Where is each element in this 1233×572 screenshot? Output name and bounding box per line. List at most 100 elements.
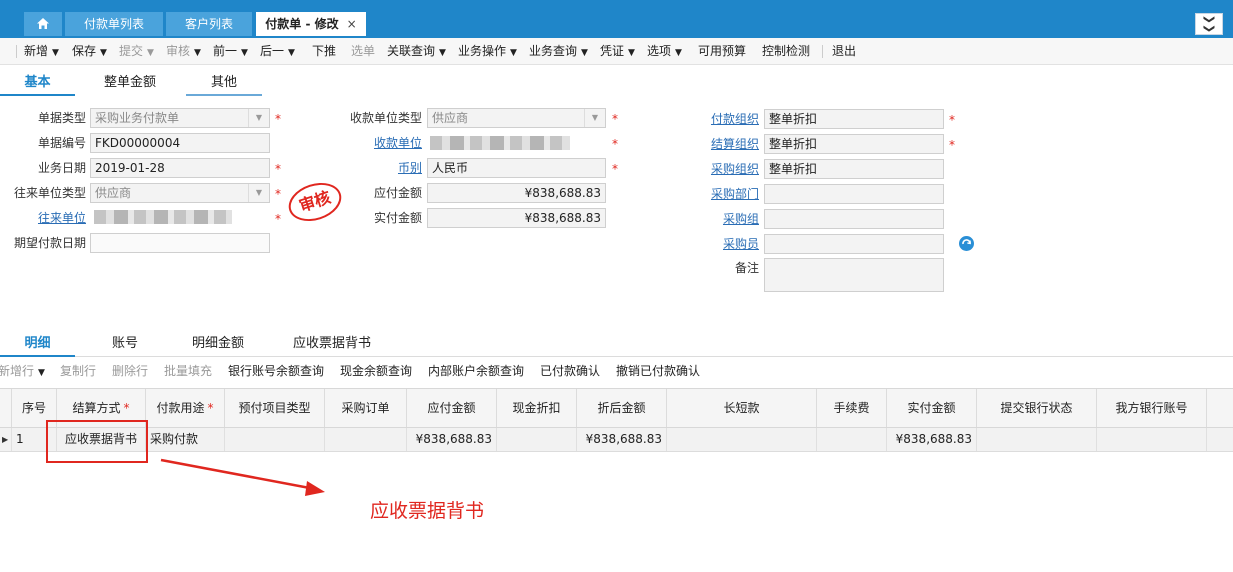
- options-button[interactable]: 选项 ▼: [647, 38, 682, 64]
- business-query-button[interactable]: 业务查询 ▼: [529, 38, 588, 64]
- tab-other[interactable]: 其他: [186, 72, 262, 94]
- contact-type-select[interactable]: 供应商 ▼: [90, 183, 270, 203]
- cell-our-account[interactable]: [1097, 428, 1207, 451]
- close-icon[interactable]: ×: [347, 17, 357, 31]
- audit-button[interactable]: 审核 ▼: [166, 38, 201, 64]
- grid-col-after-discount[interactable]: 折后金额: [577, 389, 667, 427]
- tab-payment-list[interactable]: 付款单列表: [65, 12, 163, 36]
- caret-down-icon[interactable]: ▼: [581, 48, 588, 58]
- caret-down-icon[interactable]: ▼: [38, 368, 45, 378]
- purchase-group-field[interactable]: [764, 209, 944, 229]
- cash-balance-button[interactable]: 现金余额查询: [340, 360, 412, 382]
- caret-down-icon[interactable]: ▼: [288, 48, 295, 58]
- cell-fee[interactable]: [817, 428, 887, 451]
- caret-down-icon[interactable]: ▼: [194, 48, 201, 58]
- tab-note-endorsement[interactable]: 应收票据背书: [280, 333, 384, 355]
- available-budget-button[interactable]: 可用预算: [698, 38, 746, 64]
- table-row[interactable]: ▶ 1 应收票据背书 采购付款 ¥838,688.83 ¥838,688.83 …: [0, 428, 1233, 452]
- tab-customer-list[interactable]: 客户列表: [166, 12, 252, 36]
- grid-col-payable[interactable]: 应付金额: [407, 389, 497, 427]
- caret-down-icon[interactable]: ▼: [100, 48, 107, 58]
- grid-col-cash-discount[interactable]: 现金折扣: [497, 389, 577, 427]
- payee-type-select[interactable]: 供应商 ▼: [427, 108, 606, 128]
- control-check-button[interactable]: 控制检测: [762, 38, 810, 64]
- purchase-group-link[interactable]: 采购组: [640, 209, 759, 229]
- tab-account[interactable]: 账号: [90, 333, 160, 355]
- caret-down-icon[interactable]: ▼: [439, 48, 446, 58]
- caret-down-icon[interactable]: ▼: [675, 48, 682, 58]
- pay-org-link[interactable]: 付款组织: [640, 109, 759, 129]
- bank-balance-button[interactable]: 银行账号余额查询: [228, 360, 324, 382]
- add-row-button[interactable]: 新增行 ▼: [0, 360, 45, 382]
- expected-date-field[interactable]: [90, 233, 270, 253]
- currency-field[interactable]: 人民币: [427, 158, 606, 178]
- chevron-down-icon[interactable]: ▼: [248, 109, 269, 127]
- delete-row-button[interactable]: 删除行: [112, 360, 148, 382]
- grid-col-bank-status[interactable]: 提交银行状态: [977, 389, 1097, 427]
- cancel-paid-confirm-button[interactable]: 撤销已付款确认: [616, 360, 700, 382]
- purchase-dept-field[interactable]: [764, 184, 944, 204]
- cell-purpose[interactable]: 采购付款: [146, 428, 225, 451]
- prev-button[interactable]: 前一 ▼: [213, 38, 248, 64]
- pull-button[interactable]: 选单: [351, 38, 375, 64]
- grid-col-prepay-type[interactable]: 预付项目类型: [225, 389, 325, 427]
- refresh-icon[interactable]: [959, 236, 974, 251]
- biz-date-field[interactable]: 2019-01-28: [90, 158, 270, 178]
- save-button[interactable]: 保存 ▼: [72, 38, 107, 64]
- caret-down-icon[interactable]: ▼: [147, 48, 154, 58]
- cell-cash-discount[interactable]: [497, 428, 577, 451]
- doc-type-select[interactable]: 采购业务付款单 ▼: [90, 108, 270, 128]
- related-query-button[interactable]: 关联查询 ▼: [387, 38, 446, 64]
- purchase-dept-link[interactable]: 采购部门: [640, 184, 759, 204]
- doc-no-field[interactable]: FKD00000004: [90, 133, 270, 153]
- grid-col-actual[interactable]: 实付金额: [887, 389, 977, 427]
- payee-link[interactable]: 收款单位: [300, 133, 422, 153]
- cell-bank-status[interactable]: [977, 428, 1097, 451]
- caret-down-icon[interactable]: ▼: [510, 48, 517, 58]
- caret-down-icon[interactable]: ▼: [241, 48, 248, 58]
- exit-button[interactable]: 退出: [832, 38, 856, 64]
- grid-col-po[interactable]: 采购订单: [325, 389, 407, 427]
- purchaser-field[interactable]: [764, 234, 944, 254]
- tab-detail-amount[interactable]: 明细金额: [180, 333, 256, 355]
- cell-po[interactable]: [325, 428, 407, 451]
- settle-org-link[interactable]: 结算组织: [640, 134, 759, 154]
- purchase-org-link[interactable]: 采购组织: [640, 159, 759, 179]
- cell-prepay-type[interactable]: [225, 428, 325, 451]
- next-button[interactable]: 后一 ▼: [260, 38, 295, 64]
- chevron-down-icon[interactable]: ▼: [584, 109, 605, 127]
- push-button[interactable]: 下推: [312, 38, 336, 64]
- remark-textarea[interactable]: [764, 258, 944, 292]
- tab-detail[interactable]: 明细: [0, 333, 75, 355]
- chevron-down-icon[interactable]: ▼: [248, 184, 269, 202]
- cell-after-discount[interactable]: ¥838,688.83: [577, 428, 667, 451]
- grid-col-purpose[interactable]: 付款用途 *: [146, 389, 225, 427]
- currency-link[interactable]: 币别: [300, 158, 422, 178]
- pay-org-field[interactable]: 整单折扣: [764, 109, 944, 129]
- grid-col-over-short[interactable]: 长短款: [667, 389, 817, 427]
- tab-basic[interactable]: 基本: [0, 72, 75, 94]
- submit-button[interactable]: 提交 ▼: [119, 38, 154, 64]
- caret-down-icon[interactable]: ▼: [628, 48, 635, 58]
- copy-row-button[interactable]: 复制行: [60, 360, 96, 382]
- tab-total-amount[interactable]: 整单金额: [90, 72, 170, 94]
- payable-field[interactable]: ¥838,688.83: [427, 183, 606, 203]
- internal-balance-button[interactable]: 内部账户余额查询: [428, 360, 524, 382]
- cell-over-short[interactable]: [667, 428, 817, 451]
- batch-fill-button[interactable]: 批量填充: [164, 360, 212, 382]
- grid-col-fee[interactable]: 手续费: [817, 389, 887, 427]
- voucher-button[interactable]: 凭证 ▼: [600, 38, 635, 64]
- settle-org-field[interactable]: 整单折扣: [764, 134, 944, 154]
- grid-col-our-account[interactable]: 我方银行账号: [1097, 389, 1207, 427]
- contact-link[interactable]: 往来单位: [0, 208, 86, 228]
- cell-payable[interactable]: ¥838,688.83: [407, 428, 497, 451]
- cell-actual[interactable]: ¥838,688.83: [887, 428, 977, 451]
- paid-confirm-button[interactable]: 已付款确认: [540, 360, 600, 382]
- business-ops-button[interactable]: 业务操作 ▼: [458, 38, 517, 64]
- tab-payment-edit[interactable]: 付款单 - 修改 ×: [256, 12, 366, 36]
- purchaser-link[interactable]: 采购员: [640, 234, 759, 254]
- home-tab[interactable]: [24, 12, 62, 36]
- actual-field[interactable]: ¥838,688.83: [427, 208, 606, 228]
- caret-down-icon[interactable]: ▼: [52, 48, 59, 58]
- collapse-tabs-button[interactable]: ❯❯: [1195, 13, 1223, 35]
